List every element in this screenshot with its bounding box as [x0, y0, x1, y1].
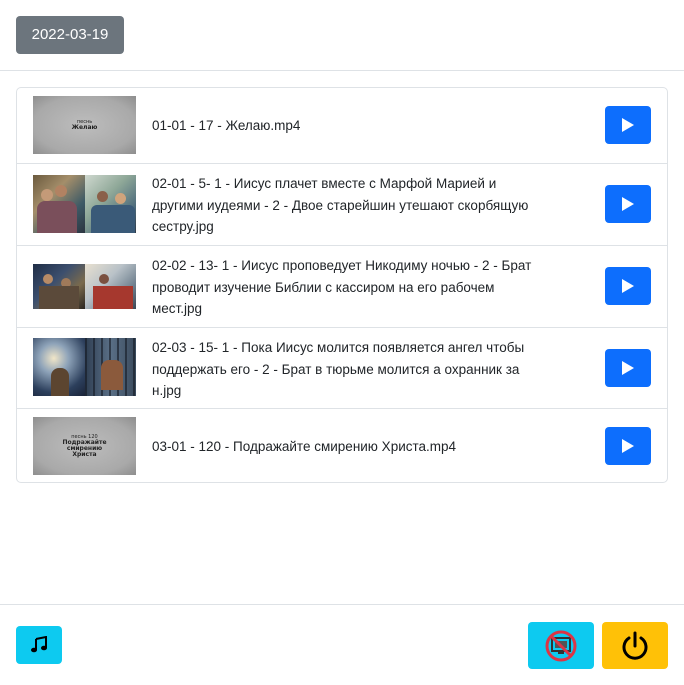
video-thumbnail: песнь Желаю	[33, 96, 136, 154]
media-title: 02-01 - 5- 1 - Иисус плачет вместе с Мар…	[152, 176, 529, 234]
play-button[interactable]	[605, 427, 651, 465]
play-button[interactable]	[605, 267, 651, 305]
play-icon	[622, 279, 634, 293]
list-item: 02-01 - 5- 1 - Иисус плачет вместе с Мар…	[17, 163, 667, 245]
media-title: 02-03 - 15- 1 - Пока Иисус молится появл…	[152, 340, 525, 398]
media-title: 02-02 - 13- 1 - Иисус проповедует Никоди…	[152, 258, 532, 316]
list-item: 02-02 - 13- 1 - Иисус проповедует Никоди…	[17, 245, 667, 327]
screen-off-icon	[545, 630, 577, 661]
thumb-caption: Желаю	[71, 124, 98, 131]
play-icon	[622, 118, 634, 132]
play-icon	[622, 197, 634, 211]
list-item: песнь Желаю 01-01 - 17 - Желаю.mp4	[17, 88, 667, 163]
play-button[interactable]	[605, 185, 651, 223]
media-title: 03-01 - 120 - Подражайте смирению Христа…	[152, 439, 457, 454]
media-title: 01-01 - 17 - Желаю.mp4	[152, 118, 301, 133]
power-icon	[622, 631, 648, 660]
thumb-caption: Подражайте смирению Христа	[62, 439, 107, 458]
list-item: 02-03 - 15- 1 - Пока Иисус молится появл…	[17, 327, 667, 408]
photo-thumbnail	[33, 175, 136, 233]
photo-thumbnail	[33, 264, 136, 309]
play-icon	[622, 361, 634, 375]
screen-toggle-button[interactable]	[528, 622, 594, 669]
power-button[interactable]	[602, 622, 668, 669]
header-bar: 2022-03-19	[0, 0, 684, 71]
date-button[interactable]: 2022-03-19	[16, 16, 124, 54]
music-note-icon	[31, 636, 47, 653]
music-button[interactable]	[16, 626, 62, 664]
video-thumbnail: песнь 120 Подражайте смирению Христа	[33, 417, 136, 475]
media-list: песнь Желаю 01-01 - 17 - Желаю.mp4 02-01…	[16, 87, 668, 483]
photo-thumbnail	[33, 338, 136, 396]
play-icon	[622, 439, 634, 453]
list-item: песнь 120 Подражайте смирению Христа 03-…	[17, 408, 667, 482]
play-button[interactable]	[605, 106, 651, 144]
play-button[interactable]	[605, 349, 651, 387]
footer-bar	[0, 604, 684, 685]
